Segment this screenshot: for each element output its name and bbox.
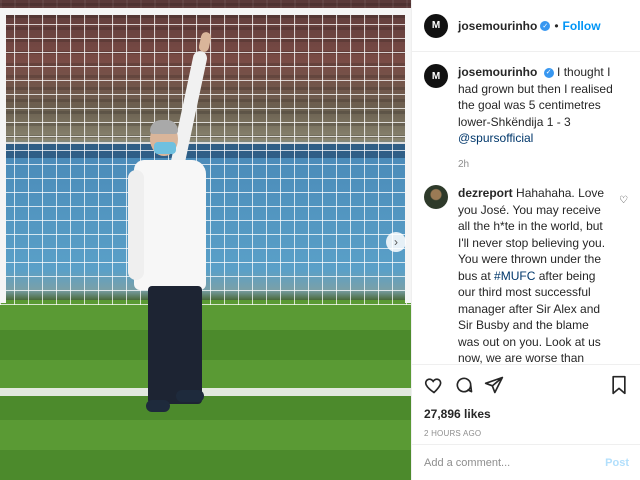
post-sidebar: M josemourinho ✓ • Follow M josemourinho… [411,0,640,480]
caption-timestamp: 2h [458,158,470,170]
like-comment-heart-icon[interactable]: ♡ [619,195,628,206]
verified-badge-icon: ✓ [543,67,554,78]
heart-icon[interactable] [424,375,444,395]
follow-button[interactable]: Follow [563,19,601,33]
header-username[interactable]: josemourinho [458,19,537,33]
white-shirt [134,160,206,290]
avatar[interactable]: M [424,13,448,38]
comment-hashtag-link[interactable]: #MUFC [494,269,535,283]
comments-list[interactable]: M josemourinho ✓ I thought I had grown b… [412,52,640,364]
caption-avatar[interactable]: M [424,64,448,88]
bookmark-icon[interactable] [609,375,629,395]
goal-crossbar [0,8,411,15]
chevron-right-icon: › [394,235,398,249]
comment-input[interactable] [424,456,606,469]
verified-badge-icon: ✓ [540,20,551,31]
add-comment-bar: Post [412,444,640,480]
caption-username[interactable]: josemourinho [458,65,537,79]
shoe-right [176,390,204,402]
comment-icon[interactable] [454,375,474,395]
hand [198,31,212,53]
caption-mention-link[interactable]: @spursofficial [458,131,533,145]
caption: M josemourinho ✓ I thought I had grown b… [424,64,628,173]
raised-arm [169,49,209,171]
hair [150,120,178,134]
dark-trousers [148,286,202,404]
likes-count[interactable]: 27,896 likes [424,407,629,421]
list-item: dezreport Hahahaha. Love you José. You m… [424,185,628,364]
post-actions: 27,896 likes 2 HOURS AGO [412,364,640,438]
commenter-avatar[interactable] [424,185,448,209]
separator-dot: • [554,18,559,33]
share-icon[interactable] [484,375,504,395]
post-photo: › [0,0,411,480]
next-image-button[interactable]: › [386,232,406,252]
goal-post-left [0,8,6,303]
post-comment-button[interactable]: Post [605,457,629,469]
comment-username[interactable]: dezreport [458,186,513,200]
face-mask [154,142,176,154]
shoe-left [146,400,170,412]
person-reaching-crossbar [128,30,218,430]
post-header: M josemourinho ✓ • Follow [412,0,640,52]
post-timestamp: 2 HOURS AGO [424,429,482,438]
lowered-arm [128,170,144,280]
